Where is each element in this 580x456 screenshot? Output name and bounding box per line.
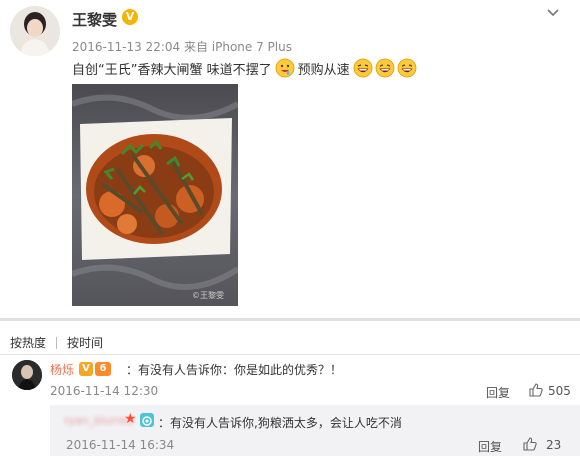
laughing-face-emoji-icon <box>397 58 417 78</box>
reply-timestamp: 2016-11-14 16:34 <box>66 438 175 452</box>
weibo-post: 王黎雯 V 2016-11-13 22:04 来自 iPhone 7 Plus … <box>0 0 580 315</box>
eye-badge-icon <box>140 413 154 427</box>
comment-timestamp: 2016-11-14 12:30 <box>50 384 159 398</box>
reply-thread: ryan_blurred ★ ：有没有人告诉你,狗粮洒太多，会让人吃不消 201… <box>50 405 580 456</box>
drooling-face-emoji-icon <box>275 58 295 78</box>
comment-text: ：有没有人告诉你：你是如此的优秀？！ <box>126 363 343 377</box>
svg-text:©王黎雯: ©王黎雯 <box>192 290 224 300</box>
post-content: 自创“王氏”香辣大闸蟹 味道不摆了 预购从速 <box>72 58 418 78</box>
avatar[interactable] <box>10 6 60 56</box>
post-text-part-2: 预购从速 <box>297 62 350 78</box>
tab-sort-by-hot[interactable]: 按热度 <box>10 334 46 351</box>
thumbs-up-icon[interactable] <box>522 436 538 452</box>
reply-like-count: 23 <box>546 438 562 452</box>
post-timestamp[interactable]: 2016-11-13 22:04 <box>72 40 180 54</box>
vip-level-badge-icon: 6 <box>95 362 111 376</box>
chevron-down-icon[interactable] <box>544 4 562 22</box>
laughing-face-emoji-icon <box>353 58 373 78</box>
reply-text: ：有没有人告诉你,狗粮洒太多，会让人吃不消 <box>158 416 402 430</box>
comment-reply-button[interactable]: 回复 <box>486 384 510 401</box>
tab-separator <box>56 336 58 349</box>
thumbs-up-icon[interactable] <box>528 382 544 398</box>
sort-divider <box>0 354 580 355</box>
post-source: 来自 iPhone 7 Plus <box>183 40 292 54</box>
commenter-avatar[interactable] <box>12 360 42 390</box>
tab-sort-by-time[interactable]: 按时间 <box>67 334 103 351</box>
spicy-crab-dish-photo[interactable]: ©王黎雯 <box>72 84 238 306</box>
post-username[interactable]: 王黎雯 <box>72 9 117 30</box>
verified-badge-icon: V <box>122 9 138 25</box>
post-meta: 2016-11-13 22:04 来自 iPhone 7 Plus <box>72 38 292 55</box>
star-badge-icon: ★ <box>124 411 137 427</box>
post-text-part-1: 自创“王氏”香辣大闸蟹 味道不摆了 <box>72 62 272 78</box>
laughing-face-emoji-icon <box>375 58 395 78</box>
commenter-username[interactable]: 杨烁 <box>50 361 74 378</box>
verified-badge-icon: V <box>79 362 93 376</box>
section-divider <box>0 318 580 321</box>
comment-sort-tabs: 按热度 按时间 <box>10 334 103 351</box>
comment-like-count: 505 <box>548 384 571 398</box>
reply-reply-button[interactable]: 回复 <box>478 438 502 455</box>
